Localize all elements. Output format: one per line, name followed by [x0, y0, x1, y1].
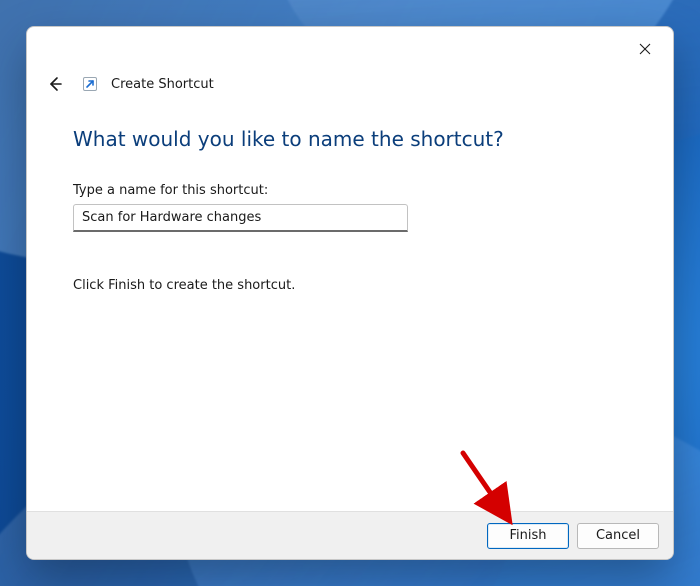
shortcut-name-label: Type a name for this shortcut: — [73, 183, 627, 198]
close-button[interactable] — [623, 33, 667, 65]
page-title: Create Shortcut — [111, 77, 214, 92]
close-icon — [639, 43, 651, 55]
back-button[interactable] — [41, 70, 69, 98]
titlebar — [27, 27, 673, 71]
shortcut-overlay-icon — [83, 77, 97, 91]
back-arrow-icon — [47, 76, 63, 92]
dialog-header: Create Shortcut — [27, 69, 673, 99]
finish-button[interactable]: Finish — [487, 523, 569, 549]
wizard-heading: What would you like to name the shortcut… — [73, 127, 627, 151]
helper-text: Click Finish to create the shortcut. — [73, 278, 627, 293]
dialog-content: What would you like to name the shortcut… — [27, 99, 673, 511]
cancel-button[interactable]: Cancel — [577, 523, 659, 549]
create-shortcut-dialog: Create Shortcut What would you like to n… — [26, 26, 674, 560]
dialog-footer: Finish Cancel — [27, 511, 673, 559]
shortcut-name-input[interactable] — [73, 204, 408, 232]
